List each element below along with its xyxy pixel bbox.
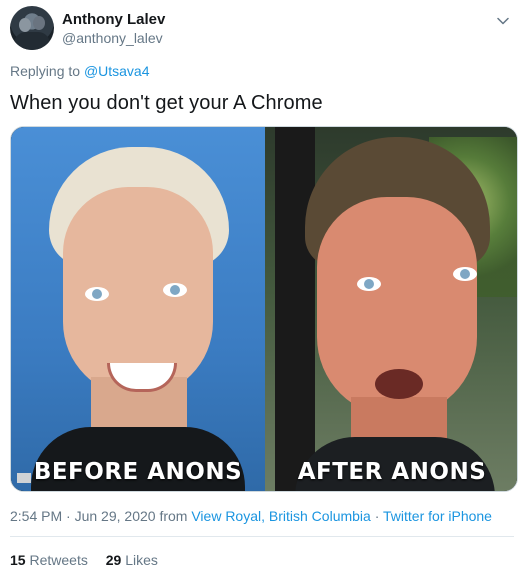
after-panel: AFTER ANONS xyxy=(265,127,517,491)
location-link[interactable]: View Royal, British Columbia xyxy=(191,508,370,524)
before-panel: BEFORE ANONS xyxy=(11,127,265,491)
tweet-meta: 2:54 PM · Jun 29, 2020 from View Royal, … xyxy=(10,508,492,524)
from-label: from xyxy=(159,508,188,524)
retweets-label: Retweets xyxy=(29,552,88,568)
tweet-stats: 15 Retweets 29 Likes xyxy=(10,552,172,568)
tweet-time[interactable]: 2:54 PM xyxy=(10,508,62,524)
retweets-count: 15 xyxy=(10,552,26,568)
reply-mention-link[interactable]: @Utsava4 xyxy=(84,63,150,79)
tweet-text: When you don't get your A Chrome xyxy=(10,92,323,114)
likes-label: Likes xyxy=(125,552,158,568)
before-caption: BEFORE ANONS xyxy=(33,459,243,485)
replying-to: Replying to @Utsava4 xyxy=(10,63,150,79)
likes-count: 29 xyxy=(105,552,122,568)
client-link[interactable]: Twitter for iPhone xyxy=(383,508,492,524)
likes-stat[interactable]: 29 Likes xyxy=(106,552,158,568)
author-name[interactable]: Anthony Lalev xyxy=(62,11,165,28)
replying-to-label: Replying to xyxy=(10,63,81,79)
meta-separator: · xyxy=(374,508,380,524)
after-caption: AFTER ANONS xyxy=(297,459,487,485)
avatar[interactable] xyxy=(10,6,54,50)
retweets-stat[interactable]: 15 Retweets xyxy=(10,552,92,568)
author-handle[interactable]: @anthony_lalev xyxy=(62,30,163,46)
divider xyxy=(10,536,514,537)
tweet-date[interactable]: Jun 29, 2020 xyxy=(75,508,156,524)
meta-separator: · xyxy=(66,508,71,524)
tweet-media-image[interactable]: BEFORE ANONS AFTER ANONS xyxy=(10,126,518,492)
chevron-down-icon[interactable] xyxy=(496,14,510,28)
tweet-header: Anthony Lalev @anthony_lalev xyxy=(10,4,514,50)
